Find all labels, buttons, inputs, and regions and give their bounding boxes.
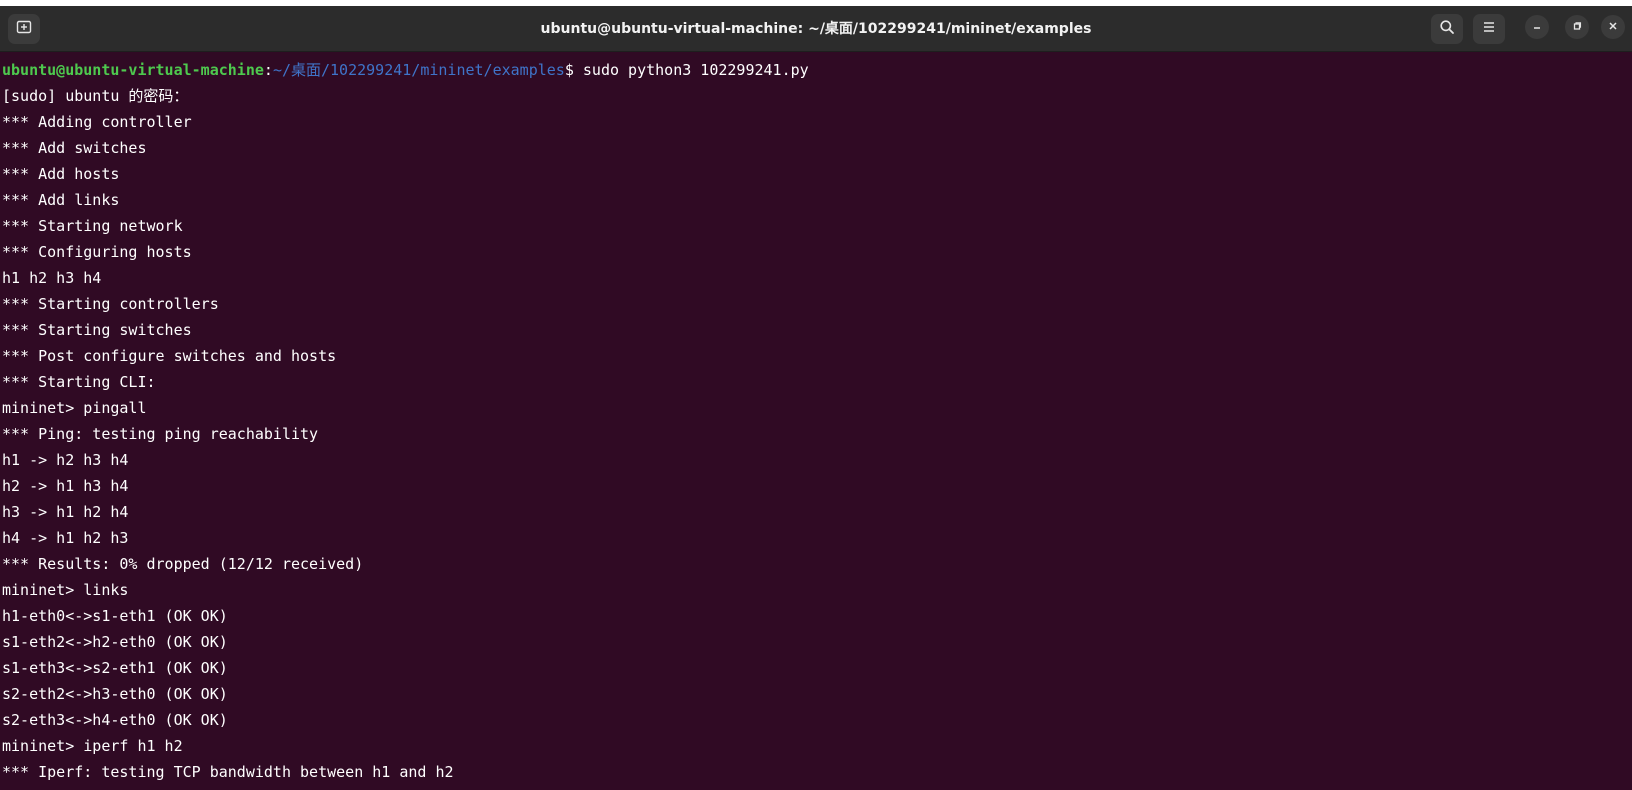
output-line: *** Iperf: testing TCP bandwidth between…: [2, 763, 454, 781]
output-line: h1 -> h2 h3 h4: [2, 451, 129, 469]
output-line: s2-eth2<->h3-eth0 (OK OK): [2, 685, 228, 703]
maximize-icon: [1572, 18, 1582, 36]
prompt-user-host: ubuntu@ubuntu-virtual-machine: [2, 61, 264, 79]
output-line: h4 -> h1 h2 h3: [2, 529, 129, 547]
search-button[interactable]: [1431, 14, 1463, 44]
output-line: mininet> pingall: [2, 399, 147, 417]
search-icon: [1439, 19, 1455, 40]
output-line: s1-eth3<->s2-eth1 (OK OK): [2, 659, 228, 677]
prompt-path: ~/桌面/102299241/mininet/examples: [272, 61, 565, 79]
output-line: mininet> links: [2, 581, 129, 599]
output-line: *** Starting switches: [2, 321, 192, 339]
close-button[interactable]: [1601, 15, 1625, 39]
output-line: mininet> iperf h1 h2: [2, 737, 183, 755]
output-line: *** Starting CLI:: [2, 373, 156, 391]
output-line: h1-eth0<->s1-eth1 (OK OK): [2, 607, 228, 625]
prompt-command: sudo python3 102299241.py: [573, 61, 809, 79]
output-line: *** Add links: [2, 191, 120, 209]
maximize-button[interactable]: [1565, 15, 1589, 39]
minimize-icon: [1532, 18, 1542, 36]
output-line: h3 -> h1 h2 h4: [2, 503, 129, 521]
window-title: ubuntu@ubuntu-virtual-machine: ~/桌面/1022…: [540, 21, 1092, 37]
title-bar[interactable]: ubuntu@ubuntu-virtual-machine: ~/桌面/1022…: [0, 6, 1632, 52]
output-line: *** Starting network: [2, 217, 183, 235]
menu-button[interactable]: [1473, 14, 1505, 44]
prompt-colon: :: [263, 61, 273, 79]
close-icon: [1608, 18, 1618, 36]
output-line: s2-eth3<->h4-eth0 (OK OK): [2, 711, 228, 729]
output-line: *** Add switches: [2, 139, 147, 157]
output-line: h2 -> h1 h3 h4: [2, 477, 129, 495]
minimize-button[interactable]: [1525, 15, 1549, 39]
output-line: *** Adding controller: [2, 113, 192, 131]
prompt-line: ubuntu@ubuntu-virtual-machine:~/桌面/10229…: [2, 57, 1632, 83]
terminal-window: ubuntu@ubuntu-virtual-machine: ~/桌面/1022…: [0, 0, 1632, 790]
output-line: *** Configuring hosts: [2, 243, 192, 261]
output-line: [sudo] ubuntu 的密码：: [2, 87, 189, 105]
output-line: h1 h2 h3 h4: [2, 269, 102, 287]
new-tab-icon: [16, 19, 32, 40]
output-line: *** Starting controllers: [2, 295, 219, 313]
output-line: s1-eth2<->h2-eth0 (OK OK): [2, 633, 228, 651]
output-line: *** Ping: testing ping reachability: [2, 425, 319, 443]
new-tab-button[interactable]: [8, 14, 40, 44]
output-line: *** Add hosts: [2, 165, 120, 183]
output-line: *** Results: 0% dropped (12/12 received): [2, 555, 364, 573]
prompt-dollar: $: [564, 61, 574, 79]
hamburger-menu-icon: [1482, 20, 1496, 39]
output-line: *** Post configure switches and hosts: [2, 347, 337, 365]
terminal-output[interactable]: ubuntu@ubuntu-virtual-machine:~/桌面/10229…: [0, 55, 1632, 790]
